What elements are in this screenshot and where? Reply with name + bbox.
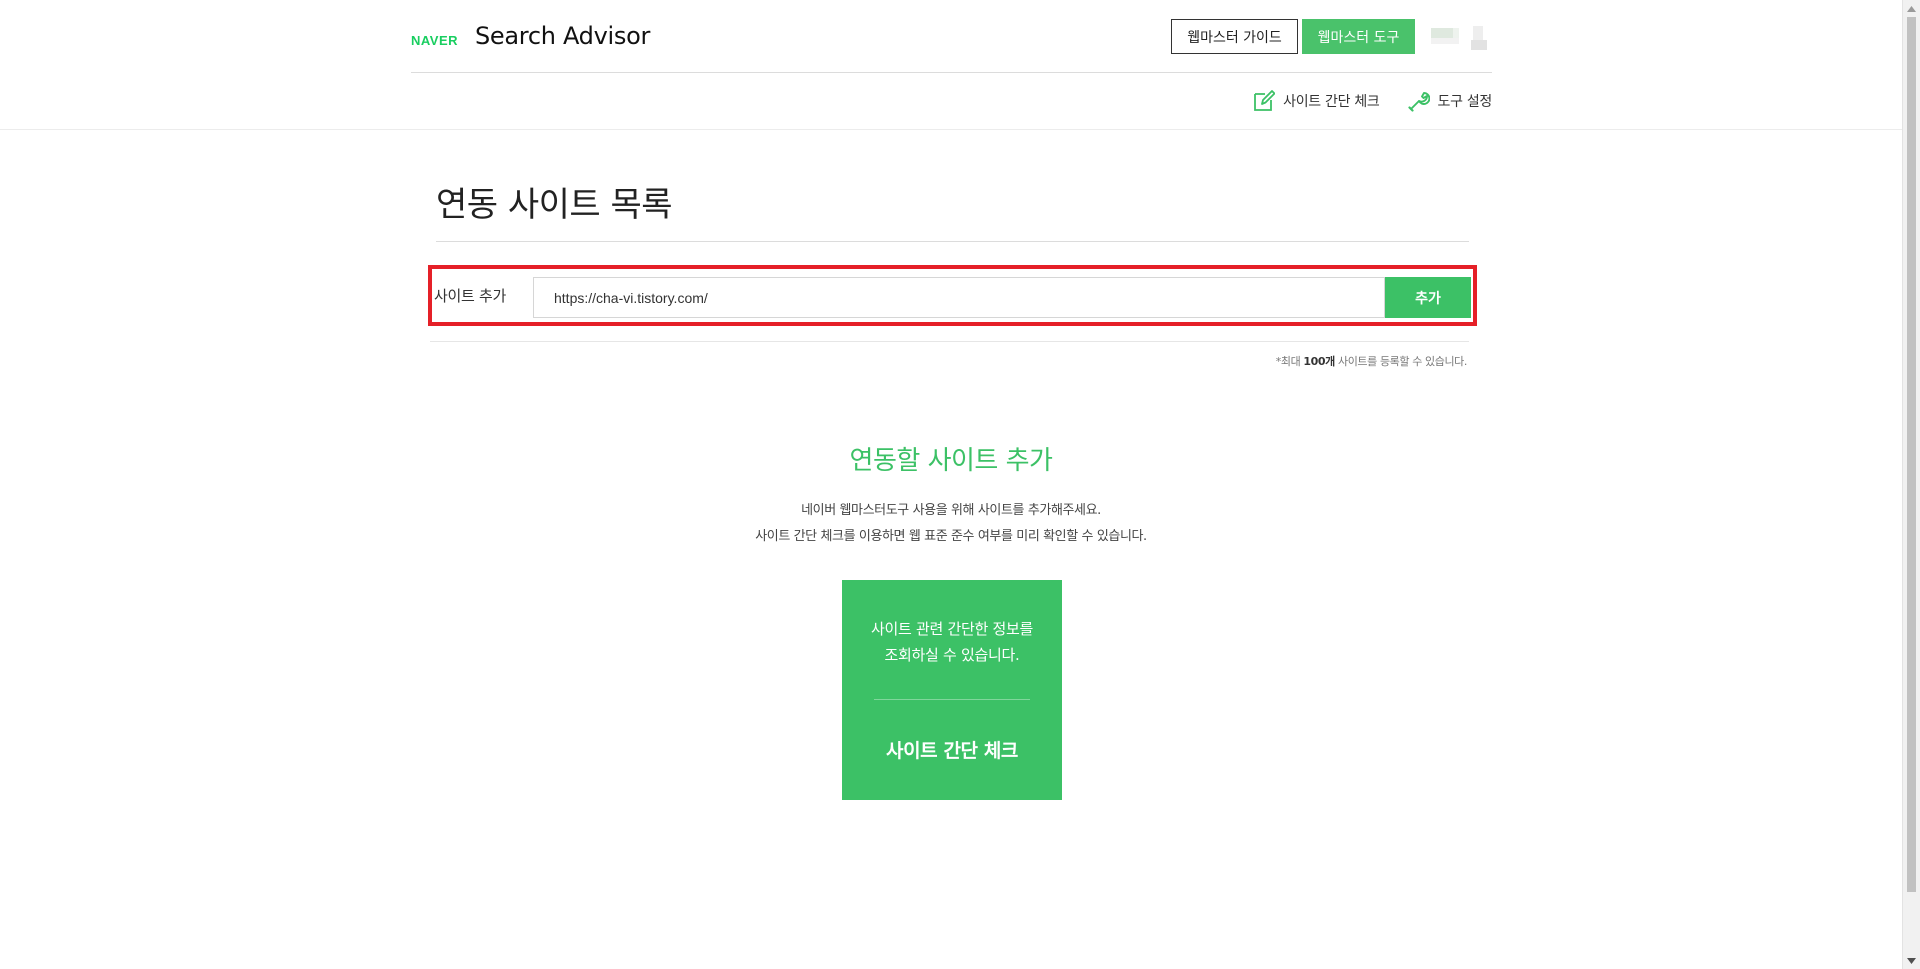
limit-note-prefix: *최대 — [1275, 355, 1304, 368]
add-site-button[interactable]: 추가 — [1385, 277, 1471, 318]
form-divider — [430, 341, 1469, 342]
check-card-description: 사이트 관련 간단한 정보를 조회하실 수 있습니다. — [842, 616, 1062, 668]
empty-state-title: 연동할 사이트 추가 — [849, 446, 1053, 476]
naver-logo[interactable]: NAVER — [411, 33, 458, 48]
site-check-link[interactable]: 사이트 간단 체크 — [1253, 90, 1380, 112]
tool-settings-label: 도구 설정 — [1437, 94, 1493, 110]
tool-settings-link[interactable]: 도구 설정 — [1407, 90, 1493, 112]
site-check-card[interactable]: 사이트 관련 간단한 정보를 조회하실 수 있습니다. 사이트 간단 체크 — [842, 580, 1062, 800]
check-card-title: 사이트 간단 체크 — [886, 740, 1018, 762]
check-card-line-2: 조회하실 수 있습니다. — [884, 646, 1020, 664]
header-inner: NAVER Search Advisor 웹마스터 가이드 웹마스터 도구 사이… — [411, 0, 1492, 130]
wrench-icon — [1407, 92, 1430, 112]
scroll-up-icon[interactable] — [1903, 0, 1920, 17]
page: NAVER Search Advisor 웹마스터 가이드 웹마스터 도구 사이… — [0, 0, 1920, 969]
site-limit-note: *최대 100개 사이트를 등록할 수 있습니다. — [1275, 353, 1468, 369]
scroll-down-icon[interactable] — [1903, 952, 1920, 969]
empty-state-line-2: 사이트 간단 체크를 이용하면 웹 표준 준수 여부를 미리 확인할 수 있습니… — [755, 529, 1147, 544]
limit-note-suffix: 사이트를 등록할 수 있습니다. — [1334, 355, 1467, 368]
sub-nav: 사이트 간단 체크 도구 설정 — [1225, 88, 1492, 114]
site-check-label: 사이트 간단 체크 — [1283, 94, 1380, 110]
scrollbar-thumb[interactable] — [1907, 17, 1916, 892]
add-site-form: 사이트 추가 추가 — [428, 265, 1477, 326]
vertical-scrollbar[interactable] — [1902, 0, 1920, 969]
site-url-input[interactable] — [533, 277, 1385, 318]
edit-icon — [1254, 90, 1276, 111]
webmaster-guide-button[interactable]: 웹마스터 가이드 — [1171, 19, 1298, 54]
global-nav: NAVER Search Advisor 웹마스터 가이드 웹마스터 도구 — [411, 0, 1492, 73]
user-avatar[interactable] — [1431, 22, 1493, 52]
check-card-line-1: 사이트 관련 간단한 정보를 — [871, 620, 1033, 638]
page-title: 연동 사이트 목록 — [436, 185, 673, 225]
webmaster-tools-button[interactable]: 웹마스터 도구 — [1302, 19, 1415, 54]
title-divider — [436, 241, 1469, 242]
service-logo[interactable]: Search Advisor — [475, 22, 650, 50]
empty-state-line-1: 네이버 웹마스터도구 사용을 위해 사이트를 추가해주세요. — [801, 503, 1101, 518]
header: NAVER Search Advisor 웹마스터 가이드 웹마스터 도구 사이… — [0, 0, 1902, 130]
add-site-label: 사이트 추가 — [434, 287, 506, 305]
empty-state-description: 네이버 웹마스터도구 사용을 위해 사이트를 추가해주세요. 사이트 간단 체크… — [0, 498, 1902, 550]
check-card-divider — [874, 699, 1030, 700]
limit-note-count: 100개 — [1303, 355, 1335, 368]
